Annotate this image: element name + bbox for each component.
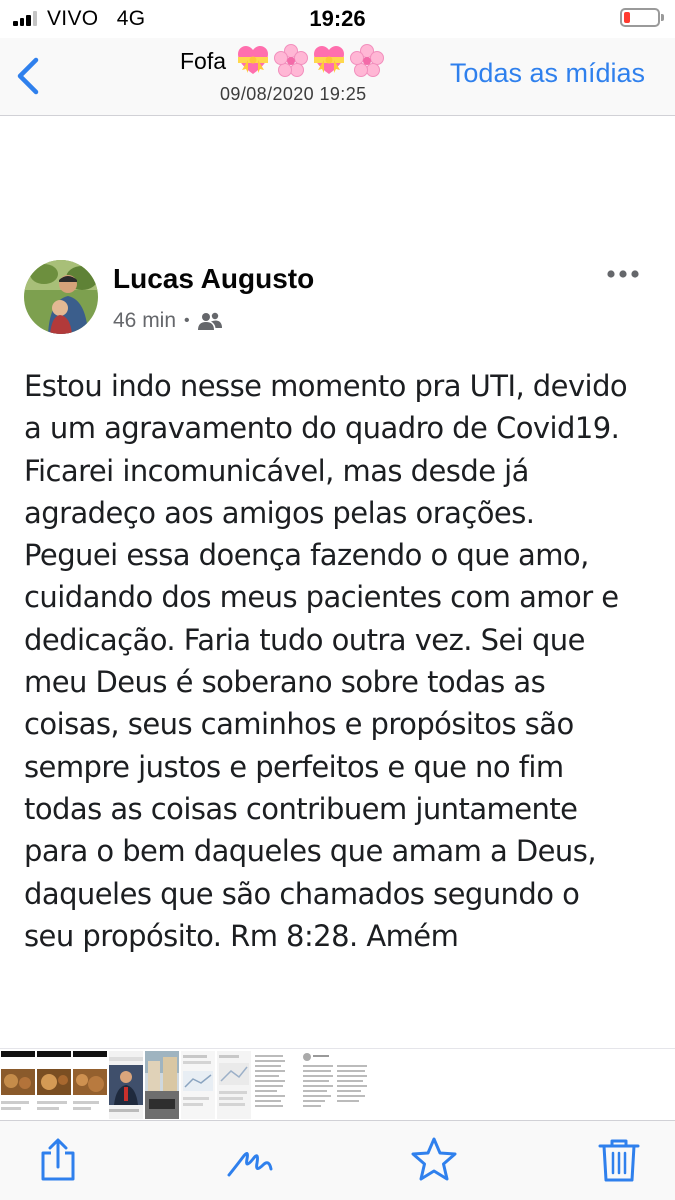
thumbnail-item[interactable] bbox=[109, 1051, 143, 1119]
bottom-toolbar bbox=[0, 1120, 675, 1200]
chevron-left-icon bbox=[17, 57, 39, 95]
trash-icon bbox=[598, 1139, 640, 1182]
heart-ribbon-icon bbox=[314, 46, 345, 74]
thumbnail-item[interactable] bbox=[181, 1051, 215, 1119]
post-image: Lucas Augusto 46 min • Estou indo nesse … bbox=[0, 117, 675, 1047]
post-time: 46 min bbox=[113, 309, 177, 332]
contact-name: Fofa bbox=[180, 47, 227, 74]
post-text: Estou indo nesse momento pra UTI, devido… bbox=[24, 369, 628, 953]
post-meta: 46 min • bbox=[113, 309, 222, 333]
all-media-button[interactable]: Todas as mídias bbox=[450, 58, 645, 89]
share-button[interactable] bbox=[33, 1135, 83, 1185]
nav-title-block: Fofa 09/08/2020 19:25 bbox=[180, 44, 440, 104]
meta-separator: • bbox=[184, 312, 190, 329]
post-author: Lucas Augusto bbox=[113, 263, 315, 294]
nav-bar: Fofa 09/08/2020 19:25 Todas as mídias bbox=[0, 38, 675, 116]
thumbnail-item[interactable] bbox=[37, 1051, 71, 1119]
back-button[interactable] bbox=[8, 48, 52, 104]
more-horizontal-icon bbox=[606, 267, 640, 281]
markup-icon bbox=[227, 1152, 273, 1177]
thumbnail-item[interactable] bbox=[73, 1051, 107, 1119]
markup-button[interactable] bbox=[225, 1135, 275, 1185]
share-icon bbox=[41, 1138, 75, 1181]
delete-button[interactable] bbox=[594, 1135, 644, 1185]
favorite-button[interactable] bbox=[409, 1135, 459, 1185]
cherry-blossom-icon bbox=[350, 44, 385, 77]
avatar bbox=[24, 260, 98, 334]
thumbnail-item-selected[interactable] bbox=[335, 1051, 369, 1119]
status-bar: VIVO 4G 19:26 bbox=[0, 0, 675, 38]
media-thumbnail-strip[interactable] bbox=[0, 1048, 675, 1120]
thumbnail-item[interactable] bbox=[145, 1051, 179, 1119]
status-time: 19:26 bbox=[309, 6, 366, 31]
message-timestamp: 09/08/2020 19:25 bbox=[220, 84, 367, 104]
cherry-blossom-icon bbox=[274, 44, 309, 77]
heart-ribbon-icon bbox=[238, 46, 269, 74]
thumbnail-item[interactable] bbox=[217, 1051, 251, 1119]
thumbnail-item[interactable] bbox=[253, 1051, 287, 1119]
star-icon bbox=[411, 1137, 457, 1181]
thumbnail-item[interactable] bbox=[301, 1051, 335, 1119]
friends-icon bbox=[197, 312, 222, 330]
battery-icon bbox=[620, 8, 664, 27]
thumbnail-item[interactable] bbox=[1, 1051, 35, 1119]
